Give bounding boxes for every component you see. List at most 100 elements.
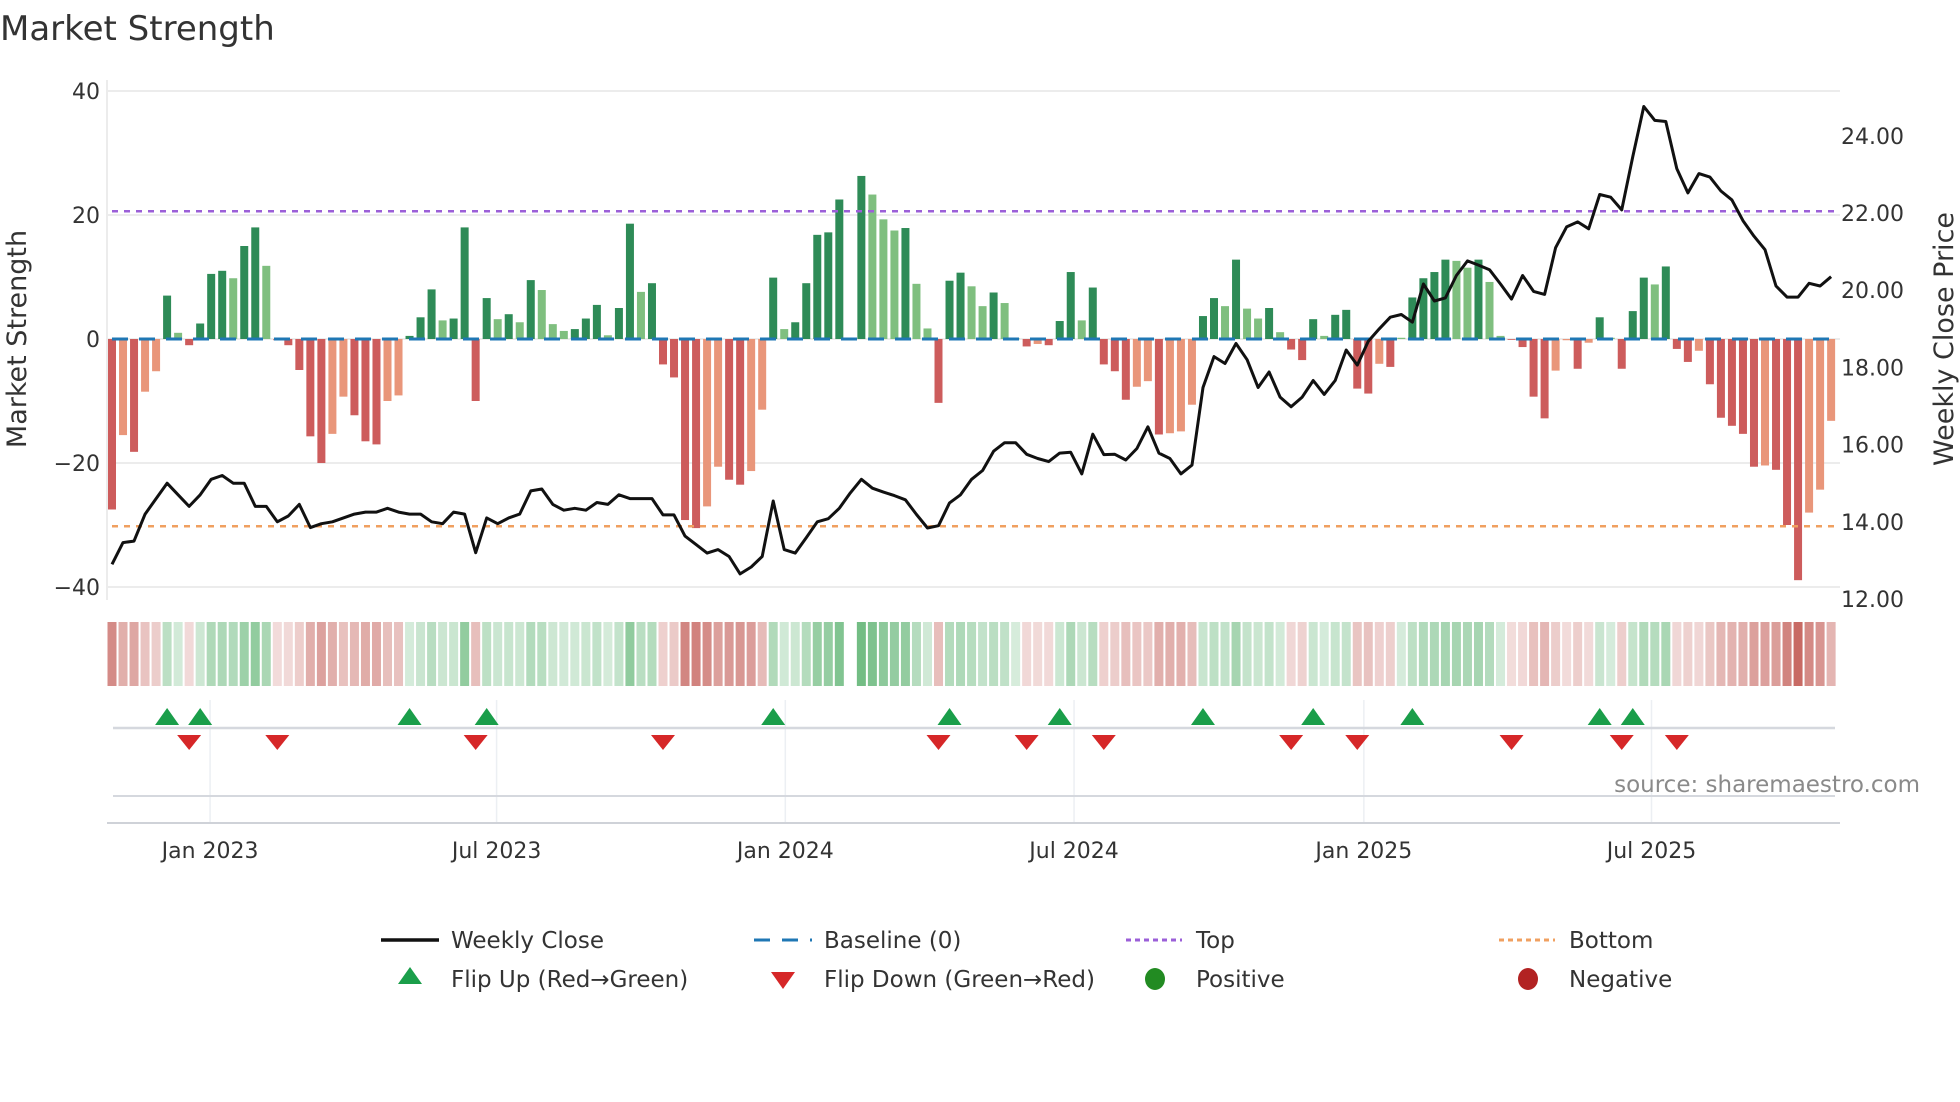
strength-bar (394, 339, 403, 396)
strength-bar (934, 339, 943, 403)
strength-bar (1000, 303, 1009, 339)
heatmap-cell (1088, 622, 1098, 686)
heatmap-cell (559, 622, 569, 686)
strength-bar (703, 339, 712, 507)
heatmap-cell (1319, 622, 1329, 686)
heatmap-cell (735, 622, 745, 686)
strength-bar (912, 283, 921, 339)
heatmap-cell (570, 622, 580, 686)
strength-bar (306, 339, 315, 437)
heatmap-cell (1275, 622, 1285, 686)
heatmap-cell (1198, 622, 1208, 686)
strength-bar (1121, 339, 1130, 400)
heatmap-cell (438, 622, 448, 686)
flip-down-marker (1091, 735, 1116, 750)
strength-bar (813, 234, 822, 339)
heatmap-cell (107, 622, 117, 686)
heatmap-cell (305, 622, 315, 686)
heatmap-cell (1793, 622, 1803, 686)
y-axis-label-right: Weekly Close Price (1929, 212, 1960, 466)
y-tick-label-right: 18.00 (1841, 356, 1904, 381)
heatmap-cell (867, 622, 877, 686)
heatmap-cell (416, 622, 426, 686)
legend-label: Baseline (0) (824, 928, 961, 954)
heatmap-cell (1485, 622, 1494, 686)
y-tick-label-right: 12.00 (1841, 588, 1904, 613)
x-tick-label: Jul 2024 (1027, 839, 1119, 864)
heatmap-cell (911, 622, 921, 686)
heatmap-cell (1683, 622, 1693, 686)
heatmap-cell (1209, 622, 1219, 686)
flip-up-marker (937, 708, 962, 725)
heatmap-cell (206, 622, 216, 686)
strength-bar (1816, 339, 1825, 490)
flip-up-marker (1587, 708, 1612, 725)
heatmap-cell (482, 622, 492, 686)
strength-bar (383, 339, 392, 401)
heatmap-cell (1330, 622, 1340, 686)
flip-down-marker (1345, 735, 1370, 750)
chart-title: Market Strength (0, 9, 275, 49)
heatmap-cell (889, 622, 899, 686)
strength-bar (1309, 319, 1318, 339)
strength-bar (372, 339, 381, 445)
heatmap-cell (1473, 622, 1483, 686)
strength-bar (901, 228, 910, 339)
strength-bar (229, 278, 238, 339)
strength-bar (1485, 281, 1494, 339)
heatmap-cell (250, 622, 260, 686)
strength-bar (526, 280, 535, 339)
heatmap-cell (338, 622, 348, 686)
strength-bar (1386, 339, 1395, 367)
heatmap-cell (945, 622, 955, 686)
strength-bar (207, 273, 216, 339)
flip-up-marker (1620, 708, 1645, 725)
heatmap-cell (1022, 622, 1032, 686)
heatmap-cell (592, 622, 602, 686)
strength-bar (1077, 320, 1086, 339)
heatmap-cell (1782, 622, 1792, 686)
flip-down-marker (265, 735, 290, 750)
strength-bar (1066, 272, 1075, 339)
strength-bar (1099, 339, 1108, 365)
strength-bar (1727, 339, 1736, 426)
heatmap-cell (1407, 622, 1417, 686)
heatmap-cell (581, 622, 591, 686)
strength-bar (1055, 321, 1064, 339)
heatmap-cell (526, 622, 536, 686)
strength-bar (361, 339, 370, 442)
heatmap-cell (1815, 622, 1825, 686)
y-tick-label-left: 0 (86, 328, 100, 353)
x-tick-label: Jul 2025 (1605, 839, 1697, 864)
heatmap-cell (1760, 622, 1770, 686)
heatmap-cell (647, 622, 657, 686)
heatmap-cell (184, 622, 194, 686)
y-tick-label-right: 16.00 (1841, 434, 1904, 459)
strength-bar (251, 227, 260, 339)
strength-bar (1805, 339, 1814, 513)
flip-down-marker (1664, 735, 1689, 750)
heatmap-cell (537, 622, 547, 686)
y-tick-label-left: −20 (54, 452, 100, 477)
strength-bar (592, 304, 601, 339)
strength-bar (747, 339, 756, 472)
strength-bar (262, 265, 271, 339)
heatmap-cell (383, 622, 392, 686)
strength-bar (1761, 339, 1769, 466)
heatmap-cell (1716, 622, 1726, 686)
heatmap-cell (1308, 622, 1318, 686)
heatmap-cell (1374, 622, 1384, 686)
heatmap-cell (1771, 622, 1781, 686)
heatmap-cell (1595, 622, 1605, 686)
strength-bar (758, 339, 767, 410)
heatmap-cell (1176, 622, 1186, 686)
y-tick-label-left: −40 (54, 576, 100, 601)
heatmap-cell (1055, 622, 1065, 686)
strength-bar (1595, 317, 1604, 339)
legend-swatch-up-icon (398, 967, 422, 984)
legend-label: Flip Up (Red→Green) (451, 967, 688, 993)
flip-up-marker (188, 708, 213, 725)
flip-down-marker (1609, 735, 1634, 750)
heatmap-cell (449, 622, 459, 686)
flip-up-marker (474, 708, 499, 725)
